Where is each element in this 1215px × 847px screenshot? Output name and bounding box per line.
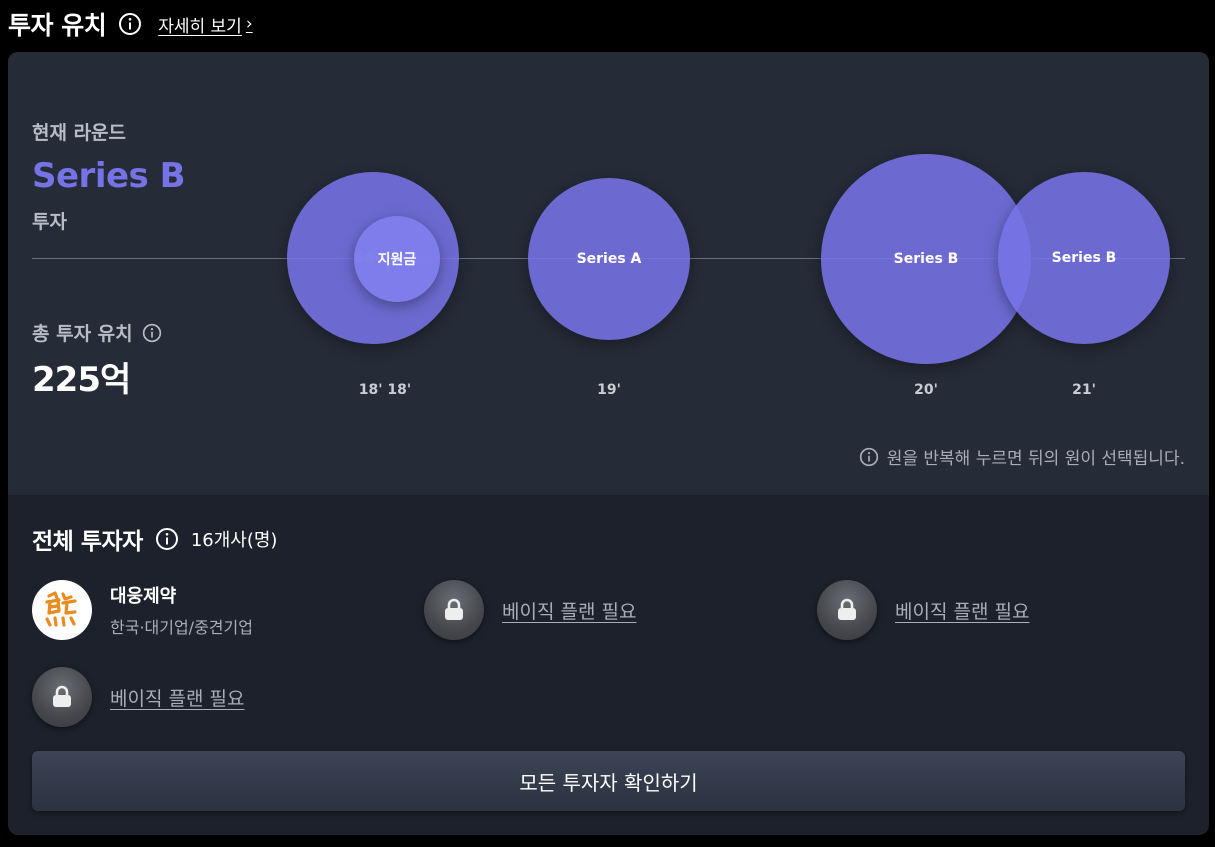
investor-item[interactable]: 대웅제약 한국·대기업/중견기업 <box>32 580 253 640</box>
bubble-label: Series B <box>893 251 959 267</box>
round-bubble-series-b-2021[interactable]: Series B <box>998 172 1170 344</box>
daewoong-logo <box>32 580 92 640</box>
section-title: 투자 유치 <box>8 11 107 40</box>
bubble-label: 지원금 <box>377 252 417 268</box>
basic-plan-link[interactable]: 베이직 플랜 필요 <box>502 597 636 624</box>
investor-item-locked[interactable]: 베이직 플랜 필요 <box>817 580 1029 640</box>
info-icon[interactable] <box>118 12 142 36</box>
timeline-hint-text: 원을 반복해 누르면 뒤의 원이 선택됩니다. <box>886 449 1185 469</box>
total-funding-label-text: 총 투자 유치 <box>32 323 133 345</box>
investor-item-locked[interactable]: 베이직 플랜 필요 <box>32 667 244 727</box>
current-round-value: Series B <box>32 156 186 196</box>
investor-item-locked[interactable]: 베이직 플랜 필요 <box>424 580 636 640</box>
current-round-type: 투자 <box>32 211 67 233</box>
lock-icon <box>32 667 92 727</box>
info-icon[interactable] <box>155 527 179 551</box>
year-label: 20' <box>914 382 938 398</box>
timeline-hint: 원을 반복해 누르면 뒤의 원이 선택됩니다. <box>859 444 1185 469</box>
current-round-label: 현재 라운드 <box>32 122 127 144</box>
total-funding-value: 225억 <box>32 360 131 400</box>
info-icon <box>859 447 879 467</box>
investors-count: 16개사(명) <box>190 530 278 551</box>
basic-plan-link[interactable]: 베이직 플랜 필요 <box>110 684 244 711</box>
funding-timeline-panel: 현재 라운드 Series B 투자 총 투자 유치 225억 Se 지원금 S… <box>8 52 1209 495</box>
year-label: 21' <box>1072 382 1096 398</box>
details-link-label: 자세히 보기 <box>158 16 242 37</box>
total-funding-label: 총 투자 유치 <box>32 319 162 346</box>
view-all-investors-button[interactable]: 모든 투자자 확인하기 <box>32 751 1185 811</box>
chevron-right-icon: › <box>245 14 253 34</box>
investor-category: 한국·대기업/중견기업 <box>110 618 253 637</box>
basic-plan-link[interactable]: 베이직 플랜 필요 <box>895 597 1029 624</box>
investors-header: 전체 투자자 16개사(명) <box>32 522 277 556</box>
funding-card: 현재 라운드 Series B 투자 총 투자 유치 225억 Se 지원금 S… <box>8 52 1209 835</box>
bubble-label: Series A <box>576 251 642 267</box>
lock-icon <box>424 580 484 640</box>
bubble-label: Series B <box>1051 250 1117 266</box>
year-label: 18' 18' <box>358 382 412 398</box>
info-icon[interactable] <box>142 323 162 343</box>
investor-name: 대웅제약 <box>110 586 177 607</box>
details-link[interactable]: 자세히 보기 › <box>158 12 252 37</box>
round-bubble-series-a[interactable]: Series A <box>528 178 690 340</box>
investors-title: 전체 투자자 <box>32 529 143 555</box>
round-bubble-grant[interactable]: 지원금 <box>354 216 440 302</box>
section-header: 투자 유치 자세히 보기 › <box>8 6 253 42</box>
lock-icon <box>817 580 877 640</box>
year-label: 19' <box>597 382 621 398</box>
